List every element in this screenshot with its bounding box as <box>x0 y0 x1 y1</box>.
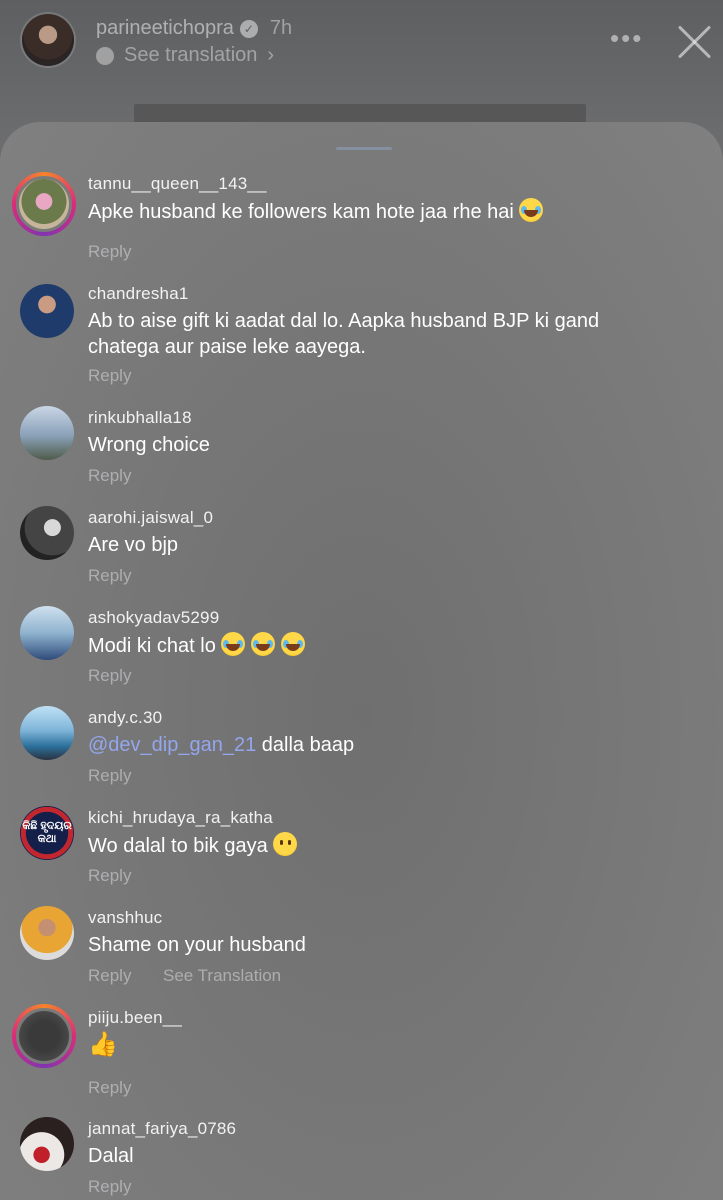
laughing-emoji-icon <box>280 632 305 656</box>
close-icon[interactable] <box>674 22 714 62</box>
comment-text: Dalal <box>88 1145 134 1167</box>
sheet-grabber[interactable] <box>336 147 392 150</box>
chevron-right-icon: › <box>267 44 275 66</box>
comment-username[interactable]: tannu__queen__143__ <box>88 174 267 194</box>
comment-text: Ab to aise gift ki aadat dal lo. Aapka h… <box>88 310 600 358</box>
see-translation-button[interactable]: See Translation <box>163 966 281 986</box>
reply-button[interactable]: Reply <box>88 566 131 586</box>
avatar[interactable] <box>20 1117 74 1171</box>
comment-text: Wrong choice <box>88 434 210 456</box>
comment-text: Shame on your husband <box>88 934 306 956</box>
reply-button[interactable]: Reply <box>88 666 131 686</box>
comment-username[interactable]: ashokyadav5299 <box>88 608 219 628</box>
avatar[interactable] <box>20 906 74 960</box>
comment-username[interactable]: vanshhuc <box>88 908 162 928</box>
no-mouth-emoji-icon <box>273 832 298 856</box>
comment-text: @dev_dip_gan_21 dalla baap <box>88 734 355 756</box>
avatar[interactable] <box>20 284 74 338</box>
comment-text: Modi ki chat lo <box>88 632 648 659</box>
comment-username[interactable]: jannat_fariya_0786 <box>88 1119 236 1139</box>
reply-button[interactable]: Reply <box>88 466 131 486</box>
comment-text: 👍 <box>88 1032 648 1059</box>
laughing-emoji-icon <box>250 632 275 656</box>
comment-username[interactable]: piiju.been__ <box>88 1008 182 1028</box>
comment-username[interactable]: aarohi.jaiswal_0 <box>88 508 213 528</box>
comment-username[interactable]: rinkubhalla18 <box>88 408 192 428</box>
story-owner-username[interactable]: parineetichopra <box>96 17 234 40</box>
avatar[interactable] <box>20 606 74 660</box>
story-see-translation[interactable]: See translation › <box>96 44 274 67</box>
laughing-emoji-icon <box>519 198 544 222</box>
see-translation-label: See translation <box>124 44 258 66</box>
avatar[interactable] <box>20 706 74 760</box>
story-header: parineetichopra ✓ 7h See translation › •… <box>0 0 723 90</box>
reply-button[interactable]: Reply <box>88 1177 131 1197</box>
reply-button[interactable]: Reply <box>88 866 131 886</box>
thumbs-up-emoji-icon: 👍 <box>88 1031 118 1058</box>
story-owner[interactable]: parineetichopra ✓ 7h <box>96 17 292 40</box>
comment-text: Are vo bjp <box>88 534 179 556</box>
reply-button[interactable]: Reply <box>88 966 131 986</box>
avatar[interactable] <box>20 406 74 460</box>
story-time: 7h <box>269 17 293 39</box>
comment-username[interactable]: kichi_hrudaya_ra_katha <box>88 808 273 828</box>
translate-icon <box>96 46 114 65</box>
verified-badge-icon: ✓ <box>239 19 258 38</box>
reply-button[interactable]: Reply <box>88 366 131 386</box>
avatar[interactable]: କିଛି ହୃଦୟର କଥା <box>20 806 74 860</box>
comment-username[interactable]: chandresha1 <box>88 284 189 304</box>
reply-button[interactable]: Reply <box>88 766 131 786</box>
comments-sheet: tannu__queen__143__ Apke husband ke foll… <box>0 122 723 1200</box>
story-owner-avatar[interactable] <box>22 14 74 66</box>
laughing-emoji-icon <box>221 632 246 656</box>
reply-button[interactable]: Reply <box>88 242 131 262</box>
avatar[interactable] <box>20 506 74 560</box>
reply-button[interactable]: Reply <box>88 1078 131 1098</box>
comment-text: Wo dalal to bik gaya <box>88 832 648 859</box>
comment-username[interactable]: andy.c.30 <box>88 708 162 728</box>
avatar[interactable] <box>12 172 76 236</box>
more-horizontal-icon[interactable]: ••• <box>610 25 643 51</box>
comment-text: Apke husband ke followers kam hote jaa r… <box>88 198 648 225</box>
mention-link[interactable]: @dev_dip_gan_21 <box>88 734 256 756</box>
avatar[interactable] <box>12 1004 76 1068</box>
